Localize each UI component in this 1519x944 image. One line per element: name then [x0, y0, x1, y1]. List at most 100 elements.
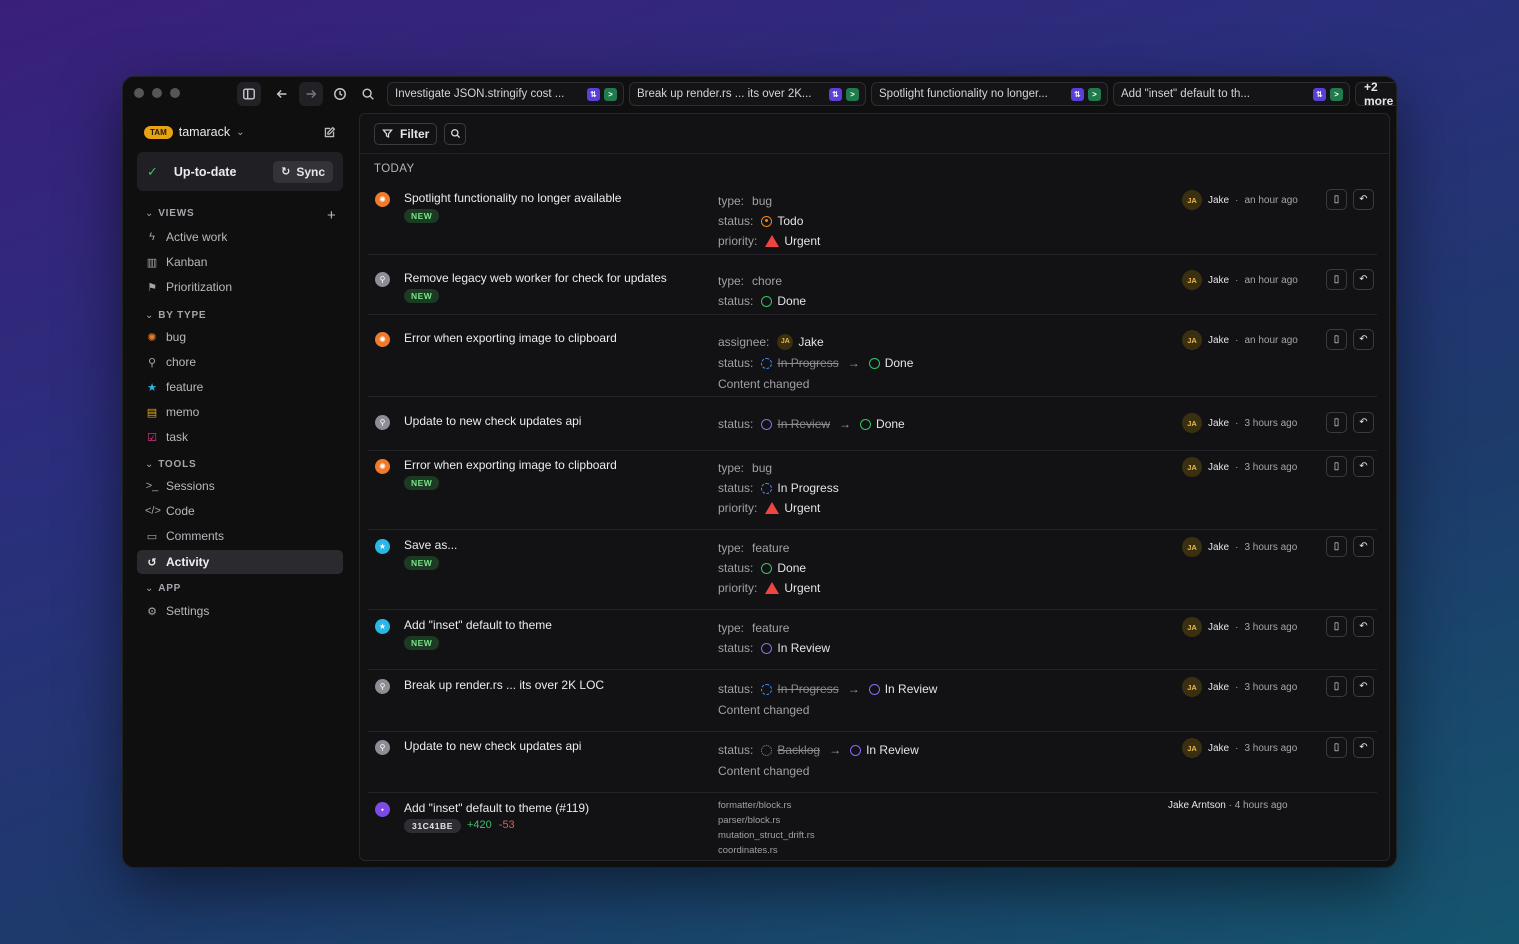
revert-button[interactable]: ↶	[1353, 329, 1374, 350]
list-item[interactable]: ⚲ Break up render.rs ... its over 2K LOC…	[368, 671, 1377, 732]
sidebar-item-code[interactable]: </> Code	[137, 499, 343, 523]
sidebar-item-settings[interactable]: ⚙ Settings	[137, 599, 343, 623]
back-button[interactable]	[270, 82, 294, 106]
sidebar-item-bug[interactable]: ✺ bug	[137, 325, 343, 349]
sidebar-item-label: Sessions	[166, 479, 215, 493]
timestamp: 3 hours ago	[1244, 461, 1298, 473]
add-view-button[interactable]: +	[327, 207, 336, 224]
activity-meta: JA Jake · 3 hours ago	[1182, 457, 1297, 477]
revert-button[interactable]: ↶	[1353, 676, 1374, 697]
commit-hash[interactable]: 31C41BE	[404, 819, 462, 833]
revert-button[interactable]: ↶	[1353, 616, 1374, 637]
sidebar-item-sessions[interactable]: >_ Sessions	[137, 474, 343, 498]
sidebar-item-active-work[interactable]: ϟ Active work	[137, 225, 343, 249]
new-badge: NEW	[404, 289, 440, 303]
list-item[interactable]: ⚲ Update to new check updates api status…	[368, 732, 1377, 793]
open-document-button[interactable]: ▯	[1326, 456, 1347, 477]
field-value: chore	[752, 274, 783, 288]
row-actions: ▯ ↶	[1326, 676, 1374, 697]
done-status-icon	[761, 562, 773, 574]
memo-icon: ▤	[146, 406, 158, 419]
list-item[interactable]: ★ Save as... NEW type: feature status: Don…	[368, 531, 1377, 610]
todo-status-icon	[761, 215, 773, 227]
workspace-switcher[interactable]: TAM tamarack ⌄	[144, 125, 245, 139]
sidebar-item-comments[interactable]: ▭ Comments	[137, 524, 343, 548]
item-title: Save as...	[404, 538, 458, 552]
section-header-app[interactable]: ⌄ APP	[145, 583, 181, 594]
section-header-views[interactable]: ⌄ VIEWS	[145, 208, 194, 219]
list-item[interactable]: ✺ Spotlight functionality no longer avai…	[368, 184, 1377, 255]
section-header-by-type[interactable]: ⌄ BY TYPE	[145, 310, 206, 321]
field-changes: status: In Progress → In Review Content cha…	[718, 678, 937, 720]
sidebar-item-memo[interactable]: ▤ memo	[137, 400, 343, 424]
sidebar-item-activity[interactable]: ↺ Activity	[137, 550, 343, 574]
filter-button[interactable]: Filter	[374, 122, 438, 145]
code-icon: </>	[145, 505, 161, 517]
file-path[interactable]: parser/block.rs	[718, 813, 815, 828]
sync-button-label: Sync	[296, 164, 325, 179]
open-document-button[interactable]: ▯	[1326, 737, 1347, 758]
field-key: status:	[718, 743, 754, 757]
commit-item[interactable]: ⬩ Add "inset" default to theme (#119) 31…	[368, 794, 1377, 860]
maximize-window-button[interactable]	[170, 88, 180, 98]
revert-button[interactable]: ↶	[1353, 536, 1374, 557]
tab[interactable]: Add "inset" default to th... ⇅ >	[1113, 82, 1350, 106]
bug-icon: ✺	[375, 459, 390, 474]
revert-button[interactable]: ↶	[1353, 269, 1374, 290]
document-icon: ▯	[1333, 194, 1340, 205]
open-document-button[interactable]: ▯	[1326, 189, 1347, 210]
commit-icon: ⬩	[375, 802, 390, 817]
forward-button[interactable]	[299, 82, 323, 106]
wrench-icon: ⚲	[375, 272, 390, 287]
field-value: In Review	[777, 641, 831, 655]
sync-button[interactable]: ↻ Sync	[273, 160, 333, 183]
document-icon: ▯	[1333, 541, 1340, 552]
sidebar-item-task[interactable]: ☑ task	[137, 425, 343, 449]
list-item[interactable]: ★ Add "inset" default to theme NEW type:…	[368, 611, 1377, 670]
minimize-window-button[interactable]	[152, 88, 162, 98]
diff-stats: +420 -53	[467, 819, 515, 831]
revert-button[interactable]: ↶	[1353, 737, 1374, 758]
tab[interactable]: Investigate JSON.stringify cost ... ⇅ >	[387, 82, 624, 106]
file-path[interactable]: mutation_struct_drift.rs	[718, 828, 815, 843]
separator-dot: ·	[1235, 417, 1239, 429]
undo-icon: ↶	[1359, 621, 1368, 632]
file-path[interactable]: formatter/block.rs	[718, 798, 815, 813]
toggle-sidebar-button[interactable]	[237, 82, 261, 106]
sidebar-item-label: Code	[166, 504, 195, 518]
open-document-button[interactable]: ▯	[1326, 329, 1347, 350]
sidebar-item-kanban[interactable]: ▥ Kanban	[137, 250, 343, 274]
field-key: type:	[718, 274, 745, 288]
revert-button[interactable]: ↶	[1353, 456, 1374, 477]
tab[interactable]: Spotlight functionality no longer... ⇅ >	[871, 82, 1108, 106]
list-item[interactable]: ⚲ Remove legacy web worker for check for…	[368, 264, 1377, 315]
sidebar-item-feature[interactable]: ★ feature	[137, 375, 343, 399]
open-document-button[interactable]: ▯	[1326, 676, 1347, 697]
search-button[interactable]	[444, 122, 467, 145]
close-window-button[interactable]	[134, 88, 144, 98]
compose-button[interactable]	[323, 126, 336, 144]
file-path[interactable]: coordinates.rs	[718, 843, 815, 858]
done-status-icon	[868, 357, 880, 369]
sidebar-item-prioritization[interactable]: ⚑ Prioritization	[137, 275, 343, 299]
revert-button[interactable]: ↶	[1353, 189, 1374, 210]
tab[interactable]: Break up render.rs ... its over 2K... ⇅ …	[629, 82, 866, 106]
list-item[interactable]: ⚲ Update to new check updates api status…	[368, 407, 1377, 451]
more-tabs-button[interactable]: +2 more ⌄	[1355, 80, 1396, 108]
row-actions: ▯ ↶	[1326, 536, 1374, 557]
field-value: In Progress	[777, 481, 839, 495]
list-item[interactable]: ✺ Error when exporting image to clipboar…	[368, 451, 1377, 530]
open-document-button[interactable]: ▯	[1326, 412, 1347, 433]
history-icon: ↺	[147, 556, 157, 569]
backlog-status-icon	[761, 744, 773, 756]
revert-button[interactable]: ↶	[1353, 412, 1374, 433]
open-document-button[interactable]: ▯	[1326, 269, 1347, 290]
search-button[interactable]	[356, 82, 380, 106]
open-document-button[interactable]: ▯	[1326, 536, 1347, 557]
list-item[interactable]: ✺ Error when exporting image to clipboar…	[368, 324, 1377, 397]
open-document-button[interactable]: ▯	[1326, 616, 1347, 637]
history-button[interactable]	[328, 82, 352, 106]
sidebar-item-chore[interactable]: ⚲ chore	[137, 350, 343, 374]
row-actions: ▯ ↶	[1326, 456, 1374, 477]
section-header-tools[interactable]: ⌄ TOOLS	[145, 459, 196, 470]
